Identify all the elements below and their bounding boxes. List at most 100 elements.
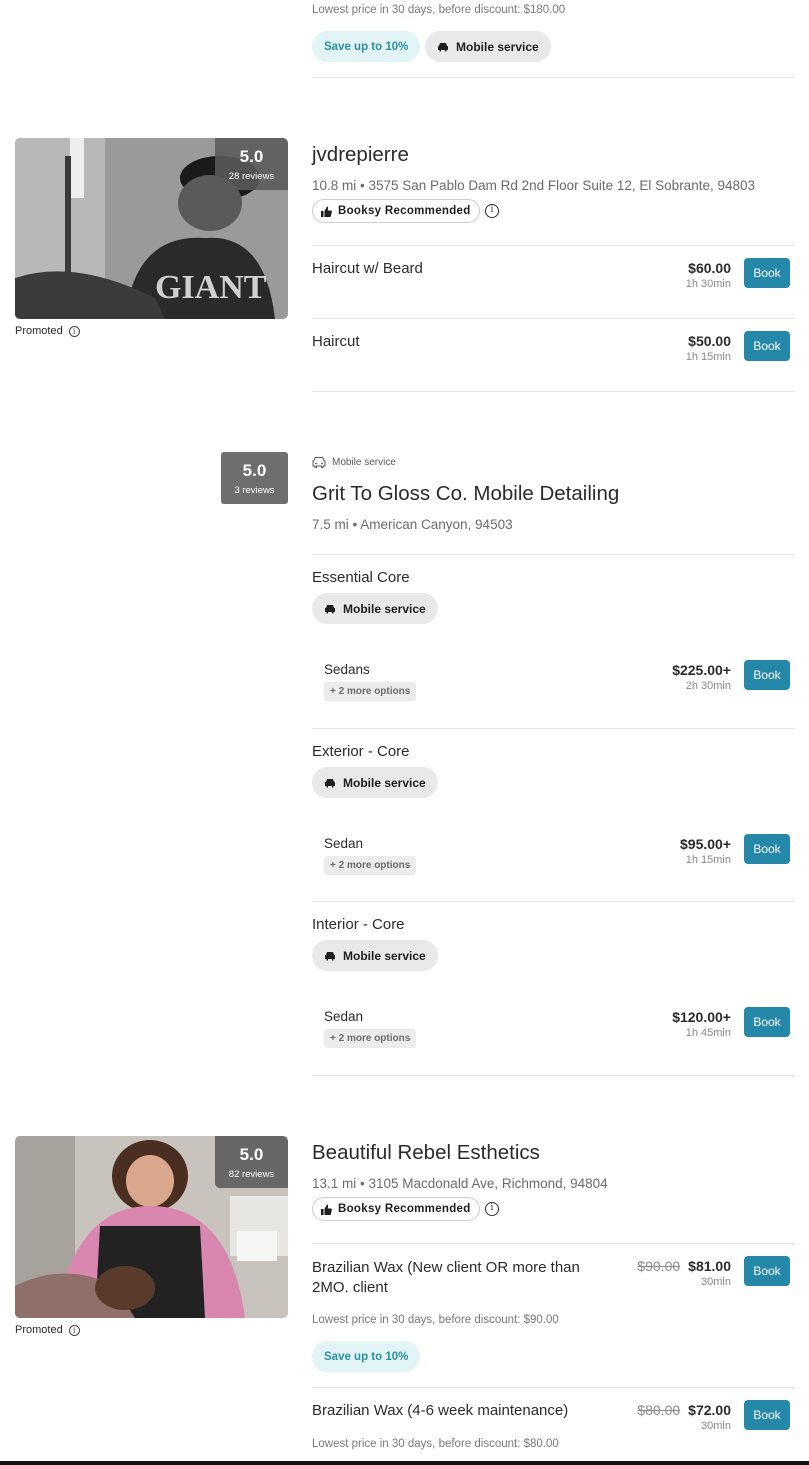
book-button[interactable]: Book (744, 660, 790, 690)
rating-box: 5.0 3 reviews (221, 452, 288, 504)
car-icon (325, 951, 335, 960)
mobile-service-label: Mobile service (456, 39, 539, 54)
service-name-line1: Brazilian Wax (New client OR more than (312, 1259, 580, 1276)
divider (312, 1387, 795, 1388)
service-duration: 2h 30min (685, 680, 731, 692)
lowest-price-note: Lowest price in 30 days, before discount… (312, 1438, 559, 1450)
booksy-recommended-badge: Booksy Recommended (312, 1197, 480, 1221)
booksy-recommended-badge: Booksy Recommended (312, 199, 480, 223)
service-name: Haircut w/ Beard (312, 260, 423, 277)
business-name[interactable]: jvdrepierre (312, 143, 409, 167)
service-duration: 1h 45min (685, 1027, 731, 1039)
original-price: $80.00 (637, 1402, 681, 1418)
car-outline-icon (312, 457, 326, 468)
service-price: $120.00+ (672, 1009, 731, 1025)
book-button[interactable]: Book (744, 1400, 790, 1430)
rating-score: 5.0 (242, 461, 267, 480)
book-button[interactable]: Book (744, 834, 790, 864)
divider (312, 391, 795, 392)
service-option: Sedan (324, 1009, 364, 1024)
business-name[interactable]: Grit To Gloss Co. Mobile Detailing (312, 482, 619, 506)
info-icon[interactable]: i (485, 1202, 499, 1216)
more-options-chip[interactable]: + 2 more options (324, 1029, 417, 1048)
mobile-service-tag-label: Mobile service (332, 456, 396, 468)
service-name-line2: 2MO. client (312, 1279, 388, 1296)
mobile-service-badge: Mobile service (425, 31, 551, 62)
service-price: $225.00+ (672, 662, 731, 678)
service-duration: 1h 30min (685, 278, 731, 290)
promoted-text: Promoted (15, 325, 63, 337)
rating-box: 5.0 28 reviews (215, 138, 288, 190)
service-name: Brazilian Wax (4-6 week maintenance) (312, 1402, 569, 1419)
service-price-block: $225.00+ 2h 30min (672, 662, 731, 692)
lowest-price-note: Lowest price in 30 days, before discount… (312, 1314, 559, 1326)
lowest-price-note: Lowest price in 30 days, before discount… (312, 4, 566, 16)
more-options-chip[interactable]: + 2 more options (324, 682, 417, 701)
review-count: 28 reviews (228, 171, 275, 182)
service-price-block: $80.00 $72.00 30min (637, 1402, 731, 1432)
mobile-service-badge: Mobile service (312, 940, 438, 971)
recommended-label: Booksy Recommended (338, 1203, 471, 1215)
mobile-service-label: Mobile service (343, 601, 426, 616)
save-badge: Save up to 10% (312, 1341, 421, 1372)
business-photo[interactable]: 5.0 82 reviews (15, 1136, 288, 1318)
business-address: 10.8 mi • 3575 San Pablo Dam Rd 2nd Floo… (312, 178, 756, 193)
promoted-label: Promoted i (15, 325, 80, 337)
divider (312, 245, 795, 246)
service-duration: 1h 15min (685, 351, 731, 363)
car-icon (325, 778, 335, 787)
divider (312, 318, 795, 319)
book-button[interactable]: Book (744, 258, 790, 288)
service-price: $72.00 (688, 1402, 731, 1418)
business-name[interactable]: Beautiful Rebel Esthetics (312, 1141, 540, 1165)
divider (312, 728, 795, 729)
info-icon[interactable]: i (68, 1324, 80, 1336)
rating-box: 5.0 82 reviews (215, 1136, 288, 1188)
info-icon[interactable]: i (68, 325, 80, 337)
service-price: $81.00 (688, 1258, 731, 1274)
business-address: 13.1 mi • 3105 Macdonald Ave, Richmond, … (312, 1176, 608, 1191)
book-button[interactable]: Book (744, 1256, 790, 1286)
mobile-service-label: Mobile service (343, 775, 426, 790)
thumbs-up-icon (321, 206, 332, 217)
car-icon (438, 42, 448, 51)
divider (312, 554, 795, 555)
recommended-label: Booksy Recommended (338, 205, 471, 217)
service-name: Haircut (312, 333, 360, 350)
bottom-edge-bar (0, 1461, 809, 1465)
service-price-block: $90.00 $81.00 30min (637, 1258, 731, 1288)
service-price-block: $120.00+ 1h 45min (672, 1009, 731, 1039)
service-price-block: $50.00 1h 15min (686, 333, 731, 363)
mobile-service-badge: Mobile service (312, 593, 438, 624)
service-price-block: $95.00+ 1h 15min (680, 836, 731, 866)
book-button[interactable]: Book (744, 1007, 790, 1037)
svg-text:GIANT: GIANT (155, 269, 267, 306)
divider (312, 1243, 795, 1244)
thumbs-up-icon (321, 1204, 332, 1215)
info-icon[interactable]: i (485, 204, 499, 218)
divider (312, 77, 795, 78)
mobile-service-label: Mobile service (343, 948, 426, 963)
service-duration: 30min (701, 1276, 731, 1288)
original-price: $90.00 (637, 1258, 681, 1274)
review-count: 3 reviews (234, 485, 275, 496)
review-count: 82 reviews (228, 1169, 275, 1180)
service-price: $95.00+ (680, 836, 731, 852)
service-duration: 1h 15min (685, 854, 731, 866)
business-photo[interactable]: GIANT 5.0 28 reviews (15, 138, 288, 319)
mobile-service-badge: Mobile service (312, 767, 438, 798)
promoted-text: Promoted (15, 1324, 63, 1336)
car-icon (325, 604, 335, 613)
service-group-name: Essential Core (312, 569, 410, 586)
service-price: $60.00 (688, 260, 731, 276)
service-group-name: Exterior - Core (312, 743, 410, 760)
service-price: $50.00 (688, 333, 731, 349)
save-badge: Save up to 10% (312, 31, 421, 62)
divider (312, 1075, 795, 1076)
service-price-block: $60.00 1h 30min (686, 260, 731, 290)
rating-score: 5.0 (239, 147, 264, 166)
divider (312, 901, 795, 902)
book-button[interactable]: Book (744, 331, 790, 361)
more-options-chip[interactable]: + 2 more options (324, 856, 417, 875)
service-duration: 30min (701, 1420, 731, 1432)
